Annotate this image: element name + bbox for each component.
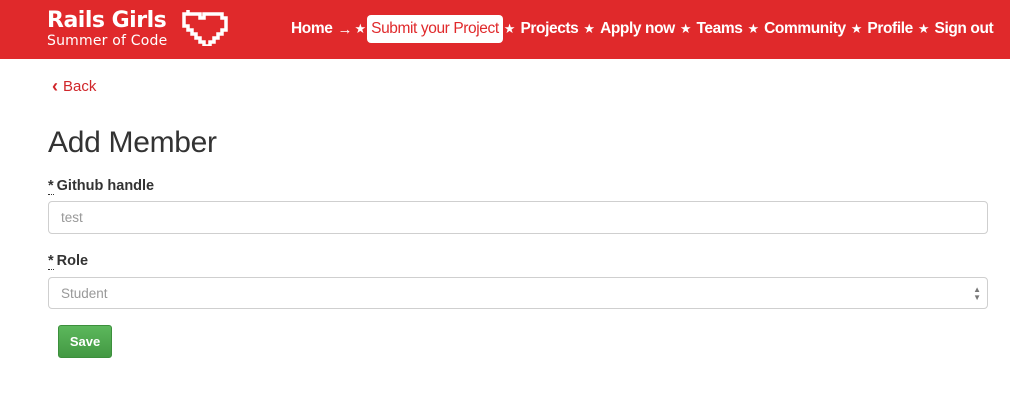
nav-apply-now[interactable]: Apply now <box>596 15 679 43</box>
required-mark: * <box>48 178 54 195</box>
role-label-text: Role <box>56 253 89 269</box>
nav-profile[interactable]: Profile <box>863 15 916 43</box>
rails-girls-logo[interactable]: Rails Girls Summer of Code <box>47 8 168 50</box>
page-title: Add Member <box>48 126 217 159</box>
github-handle-input[interactable]: test <box>48 201 988 234</box>
pixel-heart-icon <box>182 10 228 46</box>
back-link[interactable]: ‹ Back <box>52 76 97 96</box>
select-arrows-icon: ▲ ▼ <box>973 285 981 302</box>
github-handle-value: test <box>61 210 83 225</box>
required-mark: * <box>48 253 54 270</box>
star-icon: ★ <box>679 21 692 36</box>
star-icon: ★ <box>850 21 863 36</box>
nav-community[interactable]: Community <box>760 15 850 43</box>
role-select[interactable]: Student ▲ ▼ <box>48 277 988 309</box>
role-selected-value: Student <box>61 285 108 301</box>
star-icon: ★ <box>917 21 930 36</box>
save-button[interactable]: Save <box>58 325 112 358</box>
back-label: Back <box>63 78 97 95</box>
chevron-left-icon: ‹ <box>52 76 58 96</box>
top-navbar: Rails Girls Summer of Code Home → ★ Subm… <box>0 0 1010 59</box>
nav-teams[interactable]: Teams <box>692 15 746 43</box>
nav-home[interactable]: Home <box>287 15 336 43</box>
star-icon: ★ <box>747 21 760 36</box>
star-icon: ★ <box>583 21 596 36</box>
star-icon: ★ <box>354 21 367 36</box>
nav-sign-out[interactable]: Sign out <box>931 15 998 43</box>
nav-projects[interactable]: Projects <box>516 15 582 43</box>
role-label: * Role <box>48 253 89 270</box>
arrow-right-icon: → <box>337 20 353 38</box>
github-handle-label: * Github handle <box>48 178 155 195</box>
logo-title: Rails Girls <box>47 8 167 33</box>
github-handle-label-text: Github handle <box>56 178 155 194</box>
nav-submit-project[interactable]: Submit your Project <box>367 15 503 43</box>
main-nav: Home → ★ Submit your Project ★ Projects … <box>287 15 997 43</box>
logo-subtitle: Summer of Code <box>47 33 168 49</box>
star-icon: ★ <box>503 21 516 36</box>
